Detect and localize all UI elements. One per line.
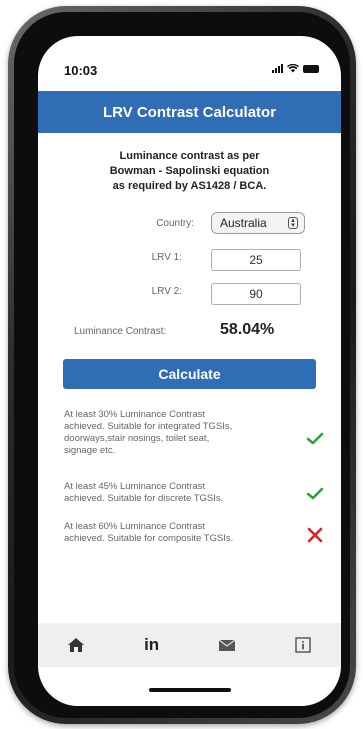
- criterion-line: At least 60% Luminance Contrast: [64, 521, 205, 532]
- criterion-line: doorways,stair nosings, toilet seat,: [64, 433, 210, 444]
- lrv1-label: LRV 1:: [151, 252, 182, 263]
- tab-linkedin[interactable]: in: [132, 630, 172, 660]
- lrv2-input[interactable]: 90: [211, 283, 301, 305]
- country-select[interactable]: Australia ▴ ▾: [211, 212, 305, 234]
- result-label: Luminance Contrast:: [74, 326, 167, 337]
- signal-icon: [272, 64, 283, 73]
- system-indicators: [272, 64, 319, 73]
- home-indicator[interactable]: [149, 688, 231, 692]
- criterion-line: At least 45% Luminance Contrast: [64, 481, 205, 492]
- wifi-icon: [287, 64, 299, 73]
- criterion-line: achieved. Suitable for composite TGSIs.: [64, 533, 234, 544]
- battery-icon: [303, 64, 319, 73]
- app-header: LRV Contrast Calculator: [38, 91, 341, 133]
- select-chevron-icon: ▴ ▾: [288, 217, 298, 229]
- status-bar: 10:03: [38, 36, 341, 88]
- country-label: Country:: [156, 218, 194, 229]
- criterion-line: achieved. Suitable for integrated TGSIs,: [64, 421, 233, 432]
- tab-home[interactable]: [56, 630, 96, 660]
- cross-icon: [307, 527, 323, 543]
- country-selected-value: Australia: [220, 216, 267, 230]
- calculate-button[interactable]: Calculate: [63, 359, 316, 389]
- tab-info[interactable]: [283, 630, 323, 660]
- intro-text: Luminance contrast as per Bowman - Sapol…: [78, 149, 301, 194]
- status-time: 10:03: [64, 63, 98, 78]
- criterion-60: At least 60% Luminance Contrast achieved…: [64, 521, 274, 545]
- criterion-line: signage etc.: [64, 445, 116, 456]
- lrv1-input[interactable]: 25: [211, 249, 301, 271]
- criterion-45: At least 45% Luminance Contrast achieved…: [64, 481, 274, 505]
- app-screen: 10:03 LRV Contrast Calculator Luminance …: [38, 36, 341, 706]
- criterion-line: achieved. Suitable for discrete TGSIs.: [64, 493, 224, 504]
- home-icon: [67, 638, 84, 652]
- mail-icon: [219, 639, 236, 651]
- check-icon: [306, 487, 324, 500]
- criterion-30: At least 30% Luminance Contrast achieved…: [64, 409, 274, 457]
- criterion-line: At least 30% Luminance Contrast: [64, 409, 205, 420]
- result-value: 58.04%: [220, 321, 275, 338]
- linkedin-icon: in: [144, 635, 160, 654]
- tab-mail[interactable]: [207, 630, 247, 660]
- intro-line: as required by AS1428 / BCA.: [112, 180, 267, 192]
- check-icon: [306, 432, 324, 445]
- intro-line: Bowman - Sapolinski equation: [109, 165, 270, 177]
- intro-line: Luminance contrast as per: [119, 150, 260, 162]
- info-icon: [295, 637, 311, 653]
- bottom-tab-bar: in: [38, 623, 341, 667]
- lrv2-label: LRV 2:: [151, 286, 182, 297]
- app-title: LRV Contrast Calculator: [102, 103, 277, 121]
